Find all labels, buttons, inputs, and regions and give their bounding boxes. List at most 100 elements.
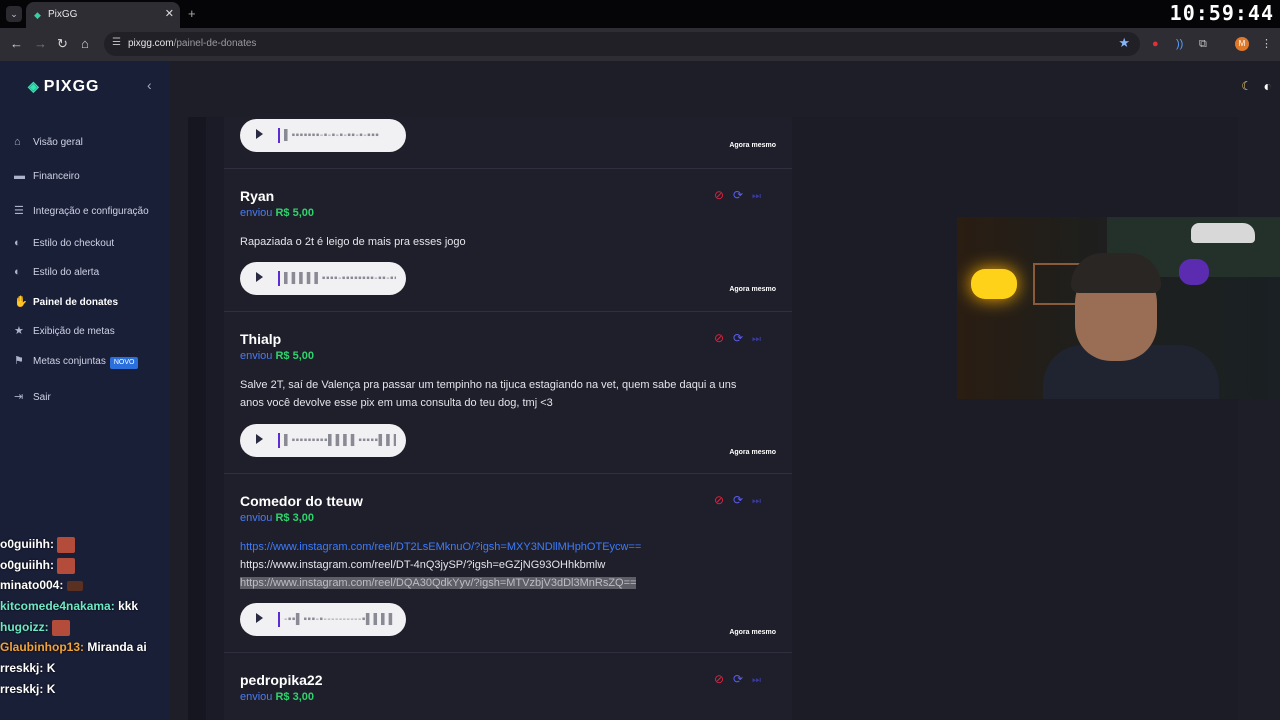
goal-icon: ⚑ (14, 355, 24, 367)
theme-toggle-moon-icon[interactable]: ◐ (1264, 78, 1272, 94)
bookmark-star-icon[interactable]: ★ (1118, 35, 1130, 51)
audio-player[interactable]: ▌▌▌▌▌▪▪▪▪-▪▪▪▪▪▪▪▪-▪▪-▪▪ (240, 262, 406, 295)
card-actions: ⊘ ⟳ ⏭ (714, 493, 766, 509)
donate-card: Ryan enviou R$ 5,00 ⊘ ⟳ ⏭ Rapaziada o 2t é… (224, 169, 792, 312)
replay-icon[interactable]: ⟳ (733, 672, 747, 686)
skip-icon[interactable]: ⏭ (752, 333, 766, 347)
donor-name: Thialp (240, 331, 282, 347)
skip-icon[interactable]: ⏭ (752, 190, 766, 204)
sidebar-item-painel-donates[interactable]: ✋ Painel de donates (14, 293, 118, 311)
sidebar-item-estilo-checkout[interactable]: ◐ Estilo do checkout (14, 234, 114, 252)
donor-name: Ryan (240, 188, 275, 204)
tab-search-chevron-icon[interactable]: ⌄ (6, 6, 22, 22)
donate-time: Agora mesmo (729, 142, 776, 149)
browser-tab-bar: ⌄ ◆ PixGG ✕ + 10:59:44 (0, 0, 1280, 28)
webcam-overlay (957, 217, 1280, 399)
stream-clock: 10:59:44 (1169, 1, 1274, 25)
sidebar-item-exibicao-metas[interactable]: ★ Exibição de metas (14, 322, 115, 340)
extensions-puzzle-icon[interactable]: ⧉ (1199, 37, 1207, 51)
play-icon[interactable] (256, 129, 263, 139)
playhead (278, 612, 280, 627)
playhead (278, 271, 280, 286)
donate-time: Agora mesmo (729, 286, 776, 293)
pixgg-logo[interactable]: ◈ PIXGG (28, 78, 99, 96)
chat-line: o0guiihh: (0, 534, 170, 555)
play-icon[interactable] (256, 272, 263, 282)
url-text: pixgg.com/painel-de-donates (128, 38, 257, 49)
waveform[interactable]: ▌▌▌▌▌▪▪▪▪-▪▪▪▪▪▪▪▪-▪▪-▪▪ (284, 272, 396, 285)
waveform[interactable]: -▪▪▌▪▪▪-▪----------▪▌▌▌▌- (284, 613, 396, 626)
browser-tab[interactable]: ◆ PixGG ✕ (26, 2, 180, 28)
sidebar-item-sair[interactable]: ⇥ Sair (14, 388, 51, 406)
donate-feed[interactable]: ▌▪▪▪▪▪▪▪-▪-▪-▪-▪▪-▪-▪▪▪ Agora mesmo Ryan… (224, 117, 792, 720)
stream-chat-overlay: o0guiihh: o0guiihh: minato004: kitcomede… (0, 534, 170, 700)
skip-icon[interactable]: ⏭ (752, 674, 766, 688)
chat-line: rreskkj: K (0, 661, 56, 676)
block-icon[interactable]: ⊘ (714, 331, 728, 345)
sidebar-item-estilo-alerta[interactable]: ◐ Estilo do alerta (14, 263, 99, 281)
palette-icon: ◐ (14, 266, 21, 278)
reload-icon[interactable]: ↻ (57, 36, 68, 52)
chat-emote-icon (66, 581, 83, 592)
home-icon: ⌂ (14, 136, 21, 148)
home-icon[interactable]: ⌂ (81, 36, 89, 52)
donation-amount: enviou R$ 3,00 (240, 512, 315, 524)
donation-amount: enviou R$ 5,00 (240, 207, 315, 219)
new-badge: NOVO (109, 357, 139, 369)
donor-name: pedropika22 (240, 672, 323, 688)
chat-line: hugoizz: (0, 617, 170, 638)
logout-icon: ⇥ (14, 391, 24, 403)
new-tab-button[interactable]: + (188, 6, 196, 21)
donation-amount: enviou R$ 5,00 (240, 350, 315, 362)
chat-line: kitcomede4nakama: kkk (0, 599, 139, 614)
replay-icon[interactable]: ⟳ (733, 331, 747, 345)
back-arrow-icon[interactable]: ← (10, 36, 23, 52)
theme-toggle-sun-icon[interactable]: ☾ (1241, 79, 1252, 93)
audio-player[interactable]: ▌▪▪▪▪▪▪▪▪▪▌▌▌▌▪▪▪▪▪▌▌▌▌▌ (240, 424, 406, 457)
extension-red-icon[interactable]: ● (1152, 37, 1159, 51)
palette-icon: ◐ (14, 237, 21, 249)
webcam-heart-decor (1179, 259, 1209, 285)
waveform[interactable]: ▌▪▪▪▪▪▪▪-▪-▪-▪-▪▪-▪-▪▪▪ (284, 129, 396, 142)
audio-player[interactable]: ▌▪▪▪▪▪▪▪-▪-▪-▪-▪▪-▪-▪▪▪ (240, 119, 406, 152)
sidebar-item-visao-geral[interactable]: ⌂ Visão geral (14, 133, 83, 151)
profile-avatar[interactable]: M (1235, 37, 1249, 51)
waveform[interactable]: ▌▪▪▪▪▪▪▪▪▪▌▌▌▌▪▪▪▪▪▌▌▌▌▌ (284, 434, 396, 447)
play-icon[interactable] (256, 434, 263, 444)
tab-title: PixGG (48, 9, 78, 20)
play-icon[interactable] (256, 613, 263, 623)
browser-menu-icon[interactable]: ⋮ (1261, 37, 1272, 51)
instagram-link[interactable]: https://www.instagram.com/reel/DT2LsEMkn… (240, 541, 641, 553)
donor-name: Comedor do tteuw (240, 493, 363, 509)
sidebar-item-integracao[interactable]: ☰ Integração e configuração (14, 202, 149, 220)
block-icon[interactable]: ⊘ (714, 672, 728, 686)
collapse-sidebar-icon[interactable]: ‹ (147, 77, 152, 93)
block-icon[interactable]: ⊘ (714, 493, 728, 507)
instagram-link-selected[interactable]: https://www.instagram.com/reel/DQA30QdkY… (240, 577, 637, 589)
sidebar-item-financeiro[interactable]: ▬ Financeiro (14, 167, 80, 185)
forward-arrow-icon[interactable]: → (34, 36, 47, 52)
site-settings-icon[interactable]: ☰ (112, 37, 121, 48)
webcam-streamer-hair (1071, 253, 1161, 293)
sidebar-item-metas-conjuntas[interactable]: ⚑ Metas conjuntas NOVO (14, 352, 139, 370)
donate-time: Agora mesmo (729, 629, 776, 636)
chat-line: o0guiihh: (0, 555, 170, 576)
skip-icon[interactable]: ⏭ (752, 495, 766, 509)
webcam-lamp (971, 269, 1017, 299)
address-bar[interactable]: ☰ pixgg.com/painel-de-donates ★ (104, 32, 1140, 56)
replay-icon[interactable]: ⟳ (733, 188, 747, 202)
block-icon[interactable]: ⊘ (714, 188, 728, 202)
extension-signal-icon[interactable]: )) (1176, 37, 1183, 51)
pixgg-logo-mark-icon: ◈ (28, 78, 40, 94)
replay-icon[interactable]: ⟳ (733, 493, 747, 507)
audio-player[interactable]: -▪▪▌▪▪▪-▪----------▪▌▌▌▌- (240, 603, 406, 636)
card-actions: ⊘ ⟳ ⏭ (714, 672, 766, 688)
wallet-icon: ▬ (14, 170, 25, 182)
chat-emote-icon (57, 557, 76, 574)
donate-card: Comedor do tteuw enviou R$ 3,00 ⊘ ⟳ ⏭ http… (224, 474, 792, 653)
instagram-link[interactable]: https://www.instagram.com/reel/DT-4nQ3jy… (240, 559, 605, 571)
tab-close-icon[interactable]: ✕ (165, 7, 174, 20)
donation-message: Rapaziada o 2t é leigo de mais pra esses… (240, 236, 466, 248)
donate-icon: ✋ (14, 296, 28, 308)
chat-line: rreskkj: K (0, 681, 56, 696)
